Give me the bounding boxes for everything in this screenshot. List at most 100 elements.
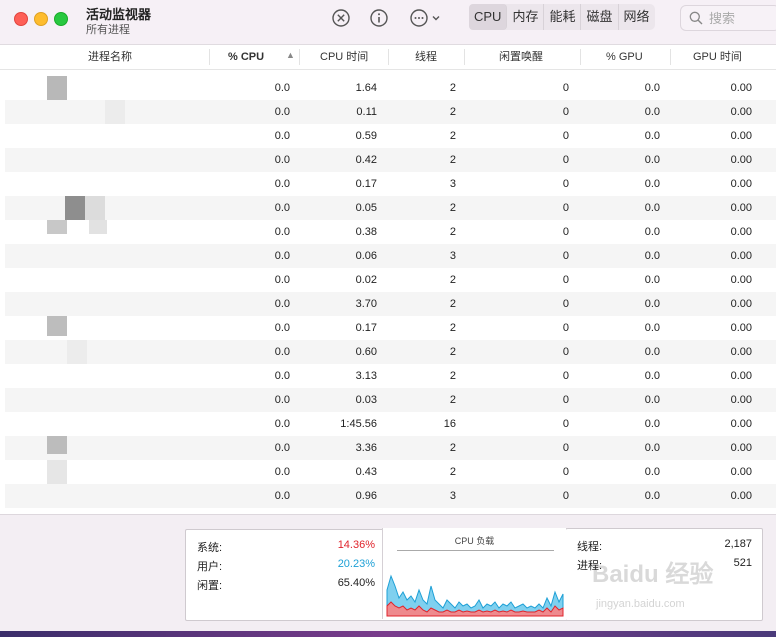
table-row[interactable]: 0.0 3.70 2 0 0.0 0.00 [5, 292, 776, 316]
table-row[interactable]: 0.0 0.60 2 0 0.0 0.00 [5, 340, 776, 364]
zoom-window-button[interactable] [54, 12, 68, 26]
cell-idle-wake-ups: 0 [562, 226, 569, 238]
cell-gpu-time: 0.00 [730, 442, 752, 454]
cell-gpu-percent: 0.0 [644, 154, 660, 166]
cell-gpu-time: 0.00 [730, 322, 752, 334]
cell-cpu-percent: 0.0 [274, 346, 290, 358]
cell-cpu-percent: 0.0 [274, 226, 290, 238]
sort-ascending-icon[interactable]: ▲ [286, 51, 295, 60]
table-row[interactable]: 0.0 3.36 2 0 0.0 0.00 [5, 436, 776, 460]
user-label: 用户: [197, 561, 223, 573]
table-row[interactable]: 0.0 0.02 2 0 0.0 0.00 [5, 268, 776, 292]
tab-memory[interactable]: 内存 [507, 4, 545, 30]
cell-gpu-percent: 0.0 [644, 82, 660, 94]
cell-cpu-time: 0.96 [355, 490, 377, 502]
cell-gpu-percent: 0.0 [644, 226, 660, 238]
column-cpu-percent[interactable]: % CPU [228, 45, 264, 69]
cell-gpu-percent: 0.0 [644, 274, 660, 286]
cell-gpu-percent: 0.0 [644, 106, 660, 118]
cell-cpu-percent: 0.0 [274, 322, 290, 334]
tab-disk[interactable]: 磁盘 [581, 4, 619, 30]
cell-threads: 3 [449, 250, 456, 262]
redacted-process-name [47, 460, 67, 484]
cell-cpu-percent: 0.0 [274, 106, 290, 118]
table-row[interactable]: 0.0 0.96 3 0 0.0 0.00 [5, 484, 776, 508]
cell-cpu-percent: 0.0 [274, 370, 290, 382]
column-divider[interactable] [388, 49, 389, 65]
cell-cpu-time: 0.17 [355, 178, 377, 190]
cell-gpu-percent: 0.0 [644, 130, 660, 142]
column-threads[interactable]: 线程 [415, 45, 437, 69]
column-divider[interactable] [670, 49, 671, 65]
cell-idle-wake-ups: 0 [562, 322, 569, 334]
table-row[interactable]: 0.0 0.06 3 0 0.0 0.00 [5, 244, 776, 268]
cell-idle-wake-ups: 0 [562, 178, 569, 190]
category-tabs: CPU 内存 能耗 磁盘 网络 [469, 4, 655, 30]
cell-threads: 2 [449, 346, 456, 358]
more-actions-icon[interactable] [409, 8, 445, 28]
table-row[interactable]: 0.0 0.59 2 0 0.0 0.00 [5, 124, 776, 148]
minimize-window-button[interactable] [34, 12, 48, 26]
search-icon [689, 11, 703, 25]
tab-energy[interactable]: 能耗 [544, 4, 582, 30]
table-row[interactable]: 0.0 0.03 2 0 0.0 0.00 [5, 388, 776, 412]
cell-gpu-time: 0.00 [730, 274, 752, 286]
desktop-background-strip [0, 631, 776, 637]
column-idle-wake-ups[interactable]: 闲置唤醒 [499, 45, 543, 69]
cell-cpu-time: 0.42 [355, 154, 377, 166]
cell-cpu-percent: 0.0 [274, 298, 290, 310]
table-row[interactable]: 0.0 0.38 2 0 0.0 0.00 [5, 220, 776, 244]
cell-idle-wake-ups: 0 [562, 418, 569, 430]
cell-gpu-percent: 0.0 [644, 250, 660, 262]
cell-gpu-time: 0.00 [730, 154, 752, 166]
cell-idle-wake-ups: 0 [562, 130, 569, 142]
column-divider[interactable] [580, 49, 581, 65]
column-gpu-percent[interactable]: % GPU [606, 45, 643, 69]
column-cpu-time[interactable]: CPU 时间 [320, 45, 368, 69]
cell-cpu-percent: 0.0 [274, 130, 290, 142]
cell-cpu-time: 3.70 [355, 298, 377, 310]
table-row[interactable]: 0.0 0.17 3 0 0.0 0.00 [5, 172, 776, 196]
info-icon[interactable] [369, 8, 389, 28]
column-gpu-time[interactable]: GPU 时间 [693, 45, 742, 69]
cell-cpu-time: 0.38 [355, 226, 377, 238]
cell-gpu-percent: 0.0 [644, 178, 660, 190]
cell-idle-wake-ups: 0 [562, 82, 569, 94]
table-row[interactable]: 0.0 3.13 2 0 0.0 0.00 [5, 364, 776, 388]
cell-gpu-time: 0.00 [730, 202, 752, 214]
column-process-name[interactable]: 进程名称 [88, 45, 132, 69]
cell-gpu-time: 0.00 [730, 466, 752, 478]
table-row[interactable]: 0.0 0.42 2 0 0.0 0.00 [5, 148, 776, 172]
cell-cpu-percent: 0.0 [274, 442, 290, 454]
search-input[interactable] [709, 9, 769, 27]
table-row[interactable]: 0.0 0.17 2 0 0.0 0.00 [5, 316, 776, 340]
stop-process-icon[interactable] [331, 8, 351, 28]
cell-cpu-time: 0.02 [355, 274, 377, 286]
table-row[interactable]: 0.0 1.64 2 0 0.0 0.00 [5, 76, 776, 100]
column-divider[interactable] [299, 49, 300, 65]
cell-gpu-percent: 0.0 [644, 370, 660, 382]
search-field[interactable] [680, 5, 776, 31]
cell-cpu-percent: 0.0 [274, 274, 290, 286]
cell-threads: 2 [449, 298, 456, 310]
cell-gpu-time: 0.00 [730, 418, 752, 430]
close-window-button[interactable] [14, 12, 28, 26]
cell-gpu-time: 0.00 [730, 394, 752, 406]
idle-value: 65.40% [337, 577, 375, 589]
table-row[interactable]: 0.0 0.43 2 0 0.0 0.00 [5, 460, 776, 484]
cell-cpu-time: 0.11 [356, 106, 377, 118]
cell-idle-wake-ups: 0 [562, 250, 569, 262]
view-subtitle: 所有进程 [86, 24, 130, 36]
tab-network[interactable]: 网络 [619, 4, 655, 30]
tab-cpu[interactable]: CPU [469, 4, 508, 30]
column-divider[interactable] [464, 49, 465, 65]
table-row[interactable]: 0.0 0.11 2 0 0.0 0.00 [5, 100, 776, 124]
cell-threads: 2 [449, 322, 456, 334]
cell-cpu-time: 0.43 [355, 466, 377, 478]
table-row[interactable]: 0.0 0.05 2 0 0.0 0.00 [5, 196, 776, 220]
table-header: 进程名称 % CPU ▲ CPU 时间 线程 闲置唤醒 % GPU GPU 时间 [0, 45, 776, 70]
column-divider[interactable] [209, 49, 210, 65]
cell-threads: 16 [443, 418, 456, 430]
cell-idle-wake-ups: 0 [562, 490, 569, 502]
table-row[interactable]: 0.0 1:45.56 16 0 0.0 0.00 [5, 412, 776, 436]
